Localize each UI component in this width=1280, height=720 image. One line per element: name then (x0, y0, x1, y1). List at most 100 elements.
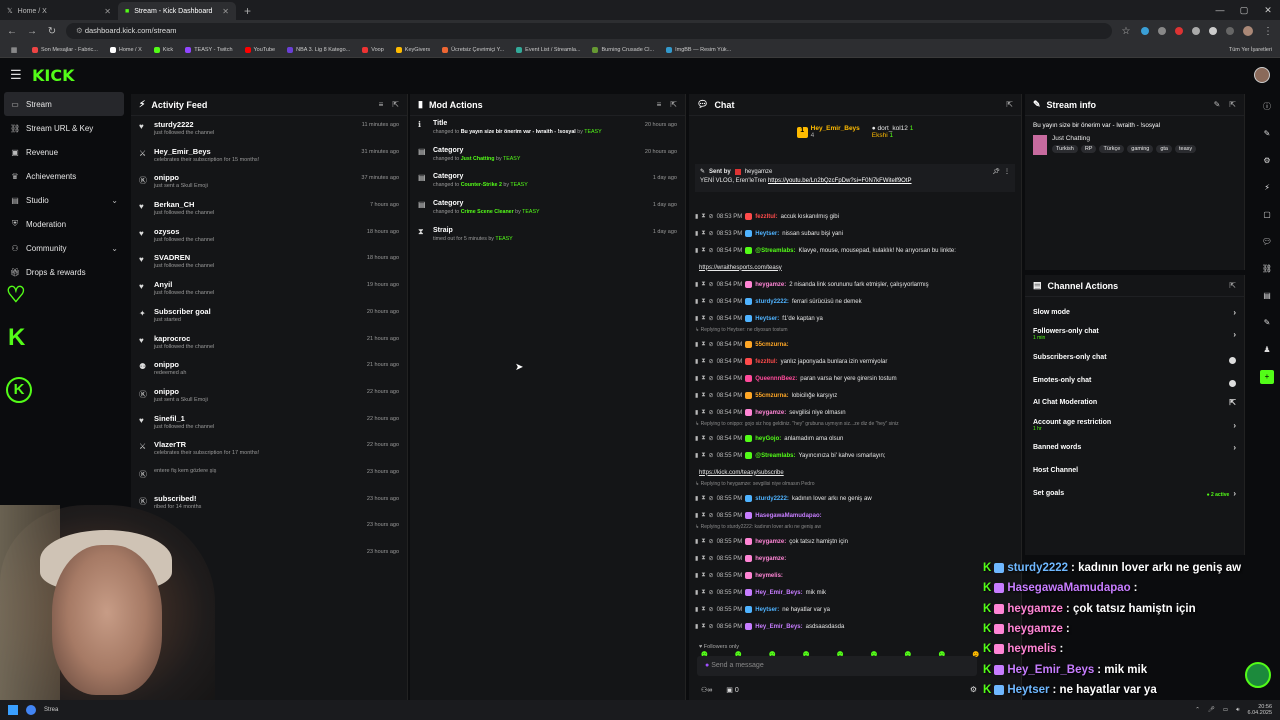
mod-action-item[interactable]: ⧗ Straip timed out for 5 minutes by TEASY 1… (418, 227, 677, 254)
pin-icon[interactable]: ▮ (695, 341, 698, 348)
pin-icon[interactable]: ▮ (695, 213, 698, 220)
pinned-user[interactable]: heygamze (745, 169, 773, 175)
mod-action-by[interactable]: TEASY (522, 209, 539, 215)
timeout-icon[interactable]: ⧗ (701, 555, 705, 562)
bookmark[interactable]: Burning Crusade Cl... (592, 46, 654, 53)
ban-icon[interactable]: ⊘ (709, 341, 714, 348)
chat-username[interactable]: sturdy2222: (755, 496, 789, 502)
chat-username[interactable]: 55cmzurna: (755, 393, 788, 399)
activity-name[interactable]: VlazerTR (154, 440, 259, 449)
activity-name[interactable]: Hey_Emir_Beys (154, 147, 259, 156)
popout-icon[interactable]: ⇱ (670, 100, 677, 109)
channel-action-item[interactable]: AI Chat Moderation ⇱ (1033, 391, 1236, 414)
extension-icon[interactable] (1175, 27, 1183, 35)
timeout-icon[interactable]: ⧗ (701, 512, 705, 519)
activity-name[interactable]: onippo (154, 360, 186, 369)
channel-action-control[interactable]: › (1233, 330, 1236, 339)
mod-action-by[interactable]: TEASY (503, 156, 520, 162)
sidebar-item-stream-url-key[interactable]: ⛓ Stream URL & Key (0, 116, 128, 140)
chat-message[interactable]: ▮ ⧗ ⊘ 08:54 PM sturdy2222: ferrari sürücüsü n… (695, 293, 1015, 310)
timeout-icon[interactable]: ⧗ (701, 375, 705, 382)
chat-message[interactable]: ▮ ⧗ ⊘ 08:54 PM 55cmzurna: (695, 336, 1015, 353)
pin-icon[interactable]: ▮ (695, 375, 698, 382)
activity-item[interactable]: ⚔ VlazerTR celebrates their subscription f… (139, 440, 399, 467)
chat-username[interactable]: fezzltul: (755, 359, 777, 365)
stream-tag[interactable]: gta (1156, 145, 1172, 153)
all-bookmarks[interactable]: Tüm Yer İşaretleri (1229, 47, 1272, 53)
ban-icon[interactable]: ⊘ (709, 572, 714, 579)
chat-username[interactable]: HasegawaMamudapao: (755, 513, 821, 519)
chat-settings-icon[interactable]: ⚙ (970, 685, 977, 694)
chat-message[interactable]: ▮ ⧗ ⊘ 08:53 PM fezzltul: accuk kıskanılmış gi… (695, 208, 1015, 225)
gifter-name[interactable]: dort_kol12 (878, 125, 908, 132)
sidebar-item-drops-rewards[interactable]: 🎁︎ Drops & rewards (0, 260, 128, 284)
bookmark[interactable]: Ücretsiz Çevrimiçi Y... (442, 46, 504, 53)
activity-item[interactable]: ♥ ozysos just followed the channel 18 hours… (139, 227, 399, 254)
clock-date[interactable]: 6.04.2025 (1248, 710, 1272, 716)
bookmark[interactable]: ImgBB — Resim Yük... (666, 46, 731, 53)
menu-icon[interactable]: ⋮ (1262, 26, 1274, 37)
url-field[interactable]: ⚙ dashboard.kick.com/stream (66, 23, 1112, 39)
chat-message[interactable]: ▮ ⧗ ⊘ 08:54 PM 55cmzurna: lobicilığe karşıyız (695, 387, 1015, 404)
timeout-icon[interactable]: ⧗ (701, 358, 705, 365)
channel-action-control[interactable]: › (1233, 308, 1236, 317)
pin-icon[interactable]: ▮ (695, 495, 698, 502)
activity-item[interactable]: Ⓚsubscribed! ribed for 14 months 23 hours … (139, 494, 399, 521)
timeout-icon[interactable]: ⧗ (701, 392, 705, 399)
bolt-icon[interactable]: ⚡︎ (1260, 181, 1274, 195)
channel-action-item[interactable]: Subscribers-only chat (1033, 346, 1236, 369)
chat-username[interactable]: Heytser: (755, 231, 779, 237)
browser-tab-x[interactable]: 𝕏 Home / X ✕ (0, 2, 118, 20)
activity-item[interactable]: Ⓚonippo just sent a Skull Emoji 22 hours a… (139, 387, 399, 414)
timeout-icon[interactable]: ⧗ (701, 495, 705, 502)
pin-icon[interactable]: ▮ (695, 623, 698, 630)
user-icon[interactable]: ♟ (1260, 343, 1274, 357)
more-icon[interactable]: ⋮ (1004, 168, 1010, 175)
chat-username[interactable]: heygamze: (755, 539, 786, 545)
pin-icon[interactable]: ▮ (695, 555, 698, 562)
stream-tag[interactable]: Turkish (1052, 145, 1078, 153)
popout-icon[interactable]: ⇱ (1006, 100, 1013, 109)
ban-icon[interactable]: ⊘ (709, 281, 714, 288)
layout-icon[interactable]: ▤ (1260, 289, 1274, 303)
timeout-icon[interactable]: ⧗ (701, 589, 705, 596)
activity-item[interactable]: ♥ sturdy2222 just followed the channel 11 m… (139, 120, 399, 147)
chat-message[interactable]: ▮ ⧗ ⊘ 08:55 PM HasegawaMamudapao: (695, 507, 1015, 524)
pin-icon[interactable]: ▮ (695, 298, 698, 305)
hamburger-menu-icon[interactable]: ☰ (10, 67, 28, 83)
chat-message[interactable]: ▮ ⧗ ⊘ 08:54 PM heygamze: sevgilisi niye olmas… (695, 404, 1015, 421)
chat-link[interactable]: https://kick.com/teasy/subscribe (695, 464, 1015, 481)
sidebar-item-achievements[interactable]: ♛ Achievements (0, 164, 128, 188)
bookmark[interactable]: YouTube (244, 46, 275, 53)
close-window-icon[interactable]: ✕ (1256, 5, 1280, 16)
close-tab-icon[interactable]: ✕ (104, 7, 111, 16)
mod-action-by[interactable]: TEASY (584, 129, 601, 135)
activity-name[interactable]: kaprocroc (154, 334, 214, 343)
chat-username[interactable]: @Streamlabs: (755, 453, 795, 459)
gifter-name[interactable]: Hey_Emir_Beys (811, 125, 860, 132)
taskbar-app-label[interactable]: Strea (44, 707, 58, 713)
activity-name[interactable]: sturdy2222 (154, 120, 214, 129)
chat-link[interactable]: https://wraithesports.com/teasy (695, 259, 1015, 276)
channel-action-control[interactable]: › (1233, 443, 1236, 452)
sidebar-item-community[interactable]: ⚇ Community ⌄ (0, 236, 128, 260)
windows-start-icon[interactable] (8, 705, 18, 715)
chat-icon[interactable]: 💬︎ (1260, 235, 1274, 249)
ban-icon[interactable]: ⊘ (709, 409, 714, 416)
ban-icon[interactable]: ⊘ (709, 555, 714, 562)
back-icon[interactable]: ← (6, 26, 18, 37)
activity-item[interactable]: ♥ Berkan_CH just followed the channel 7 hou… (139, 200, 399, 227)
mod-action-item[interactable]: ▤ Category changed to Just Chatting by TEA… (418, 147, 677, 174)
timeout-icon[interactable]: ⧗ (701, 247, 705, 254)
activity-item[interactable]: ♥ Anyil just followed the channel 19 hours … (139, 280, 399, 307)
chat-message[interactable]: ▮ ⧗ ⊘ 08:55 PM Hey_Emir_Beys: mik mik (695, 584, 1015, 601)
stream-tag[interactable]: Türkçe (1099, 145, 1125, 153)
activity-name[interactable]: Subscriber goal (154, 307, 211, 316)
chat-username[interactable]: heygamze: (755, 410, 786, 416)
sidebar-item-moderation[interactable]: ⛨ Moderation (0, 212, 128, 236)
chat-message[interactable]: ▮ ⧗ ⊘ 08:54 PM Heytser: f1'de kaptan ya (695, 310, 1015, 327)
gifter-name[interactable]: Ekshi (872, 132, 888, 139)
chat-username[interactable]: fezzltul: (755, 214, 777, 220)
channel-action-control[interactable]: ⇱ (1229, 398, 1236, 407)
activity-item[interactable]: ⚔ Hey_Emir_Beys celebrates their subscript… (139, 147, 399, 174)
